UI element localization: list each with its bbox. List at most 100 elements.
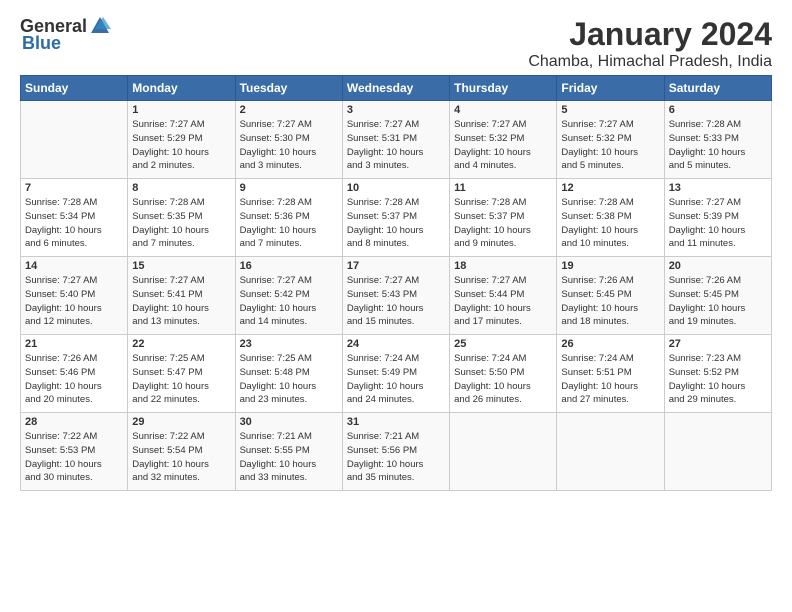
day-info: Sunrise: 7:27 AMSunset: 5:31 PMDaylight:… bbox=[347, 118, 445, 173]
calendar-cell: 27Sunrise: 7:23 AMSunset: 5:52 PMDayligh… bbox=[664, 335, 771, 413]
day-info: Sunrise: 7:28 AMSunset: 5:33 PMDaylight:… bbox=[669, 118, 767, 173]
day-number: 11 bbox=[454, 182, 552, 194]
day-info: Sunrise: 7:27 AMSunset: 5:39 PMDaylight:… bbox=[669, 196, 767, 251]
calendar-cell bbox=[450, 413, 557, 491]
calendar-cell: 3 Sunrise: 7:27 AMSunset: 5:31 PMDaylight… bbox=[342, 101, 449, 179]
day-number: 16 bbox=[240, 260, 338, 272]
day-info: Sunrise: 7:27 AMSunset: 5:43 PMDaylight:… bbox=[347, 274, 445, 329]
calendar-cell: 18 Sunrise: 7:27 AMSunset: 5:44 PMDayligh… bbox=[450, 257, 557, 335]
header: General Blue January 2024 Chamba, Himach… bbox=[20, 16, 772, 71]
day-number: 31 bbox=[347, 416, 445, 428]
calendar-cell: 21Sunrise: 7:26 AMSunset: 5:46 PMDayligh… bbox=[21, 335, 128, 413]
calendar-cell: 30 Sunrise: 7:21 AMSunset: 5:55 PMDayligh… bbox=[235, 413, 342, 491]
day-number: 24 bbox=[347, 338, 445, 350]
day-info: Sunrise: 7:27 AMSunset: 5:44 PMDaylight:… bbox=[454, 274, 552, 329]
day-info: Sunrise: 7:24 AMSunset: 5:50 PMDaylight:… bbox=[454, 352, 552, 407]
day-info: Sunrise: 7:28 AMSunset: 5:37 PMDaylight:… bbox=[347, 196, 445, 251]
calendar-table: SundayMondayTuesdayWednesdayThursdayFrid… bbox=[20, 75, 772, 491]
week-row-4: 21Sunrise: 7:26 AMSunset: 5:46 PMDayligh… bbox=[21, 335, 772, 413]
calendar-cell: 22 Sunrise: 7:25 AMSunset: 5:47 PMDayligh… bbox=[128, 335, 235, 413]
calendar-cell: 1Sunrise: 7:27 AMSunset: 5:29 PMDaylight… bbox=[128, 101, 235, 179]
day-number: 21 bbox=[25, 338, 123, 350]
day-info: Sunrise: 7:28 AMSunset: 5:35 PMDaylight:… bbox=[132, 196, 230, 251]
day-number: 15 bbox=[132, 260, 230, 272]
calendar-cell: 26Sunrise: 7:24 AMSunset: 5:51 PMDayligh… bbox=[557, 335, 664, 413]
calendar-cell bbox=[21, 101, 128, 179]
header-row: SundayMondayTuesdayWednesdayThursdayFrid… bbox=[21, 76, 772, 101]
calendar-cell: 16 Sunrise: 7:27 AMSunset: 5:42 PMDayligh… bbox=[235, 257, 342, 335]
calendar-cell: 14 Sunrise: 7:27 AMSunset: 5:40 PMDayligh… bbox=[21, 257, 128, 335]
logo-blue: Blue bbox=[22, 33, 61, 54]
day-number: 28 bbox=[25, 416, 123, 428]
day-info: Sunrise: 7:25 AMSunset: 5:47 PMDaylight:… bbox=[132, 352, 230, 407]
day-number: 23 bbox=[240, 338, 338, 350]
day-number: 19 bbox=[561, 260, 659, 272]
calendar-cell: 29Sunrise: 7:22 AMSunset: 5:54 PMDayligh… bbox=[128, 413, 235, 491]
logo-icon bbox=[89, 15, 111, 37]
day-number: 17 bbox=[347, 260, 445, 272]
day-info: Sunrise: 7:22 AMSunset: 5:54 PMDaylight:… bbox=[132, 430, 230, 485]
day-info: Sunrise: 7:26 AMSunset: 5:45 PMDaylight:… bbox=[669, 274, 767, 329]
day-info: Sunrise: 7:24 AMSunset: 5:49 PMDaylight:… bbox=[347, 352, 445, 407]
header-day-wednesday: Wednesday bbox=[342, 76, 449, 101]
day-info: Sunrise: 7:27 AMSunset: 5:32 PMDaylight:… bbox=[561, 118, 659, 173]
calendar-cell: 4 Sunrise: 7:27 AMSunset: 5:32 PMDaylight… bbox=[450, 101, 557, 179]
day-info: Sunrise: 7:24 AMSunset: 5:51 PMDaylight:… bbox=[561, 352, 659, 407]
day-info: Sunrise: 7:27 AMSunset: 5:40 PMDaylight:… bbox=[25, 274, 123, 329]
header-day-friday: Friday bbox=[557, 76, 664, 101]
day-info: Sunrise: 7:27 AMSunset: 5:42 PMDaylight:… bbox=[240, 274, 338, 329]
day-number: 2 bbox=[240, 104, 338, 116]
calendar-cell: 24 Sunrise: 7:24 AMSunset: 5:49 PMDayligh… bbox=[342, 335, 449, 413]
day-number: 8 bbox=[132, 182, 230, 194]
calendar-cell: 25Sunrise: 7:24 AMSunset: 5:50 PMDayligh… bbox=[450, 335, 557, 413]
day-info: Sunrise: 7:28 AMSunset: 5:36 PMDaylight:… bbox=[240, 196, 338, 251]
day-number: 13 bbox=[669, 182, 767, 194]
logo: General Blue bbox=[20, 16, 111, 54]
day-info: Sunrise: 7:21 AMSunset: 5:56 PMDaylight:… bbox=[347, 430, 445, 485]
day-info: Sunrise: 7:22 AMSunset: 5:53 PMDaylight:… bbox=[25, 430, 123, 485]
calendar-cell: 23 Sunrise: 7:25 AMSunset: 5:48 PMDayligh… bbox=[235, 335, 342, 413]
header-day-monday: Monday bbox=[128, 76, 235, 101]
day-number: 1 bbox=[132, 104, 230, 116]
calendar-cell: 20Sunrise: 7:26 AMSunset: 5:45 PMDayligh… bbox=[664, 257, 771, 335]
header-day-sunday: Sunday bbox=[21, 76, 128, 101]
day-info: Sunrise: 7:28 AMSunset: 5:38 PMDaylight:… bbox=[561, 196, 659, 251]
title-block: January 2024 Chamba, Himachal Pradesh, I… bbox=[528, 16, 772, 71]
week-row-2: 7Sunrise: 7:28 AMSunset: 5:34 PMDaylight… bbox=[21, 179, 772, 257]
day-info: Sunrise: 7:27 AMSunset: 5:41 PMDaylight:… bbox=[132, 274, 230, 329]
day-info: Sunrise: 7:28 AMSunset: 5:37 PMDaylight:… bbox=[454, 196, 552, 251]
calendar-cell: 31 Sunrise: 7:21 AMSunset: 5:56 PMDayligh… bbox=[342, 413, 449, 491]
calendar-cell: 7Sunrise: 7:28 AMSunset: 5:34 PMDaylight… bbox=[21, 179, 128, 257]
calendar-cell: 15 Sunrise: 7:27 AMSunset: 5:41 PMDayligh… bbox=[128, 257, 235, 335]
day-info: Sunrise: 7:25 AMSunset: 5:48 PMDaylight:… bbox=[240, 352, 338, 407]
day-number: 3 bbox=[347, 104, 445, 116]
calendar-cell: 19Sunrise: 7:26 AMSunset: 5:45 PMDayligh… bbox=[557, 257, 664, 335]
day-number: 7 bbox=[25, 182, 123, 194]
day-info: Sunrise: 7:27 AMSunset: 5:30 PMDaylight:… bbox=[240, 118, 338, 173]
day-number: 5 bbox=[561, 104, 659, 116]
page: General Blue January 2024 Chamba, Himach… bbox=[0, 0, 792, 501]
day-info: Sunrise: 7:21 AMSunset: 5:55 PMDaylight:… bbox=[240, 430, 338, 485]
day-info: Sunrise: 7:27 AMSunset: 5:32 PMDaylight:… bbox=[454, 118, 552, 173]
header-day-saturday: Saturday bbox=[664, 76, 771, 101]
day-number: 10 bbox=[347, 182, 445, 194]
day-number: 6 bbox=[669, 104, 767, 116]
day-number: 18 bbox=[454, 260, 552, 272]
day-number: 9 bbox=[240, 182, 338, 194]
calendar-cell: 12Sunrise: 7:28 AMSunset: 5:38 PMDayligh… bbox=[557, 179, 664, 257]
calendar-cell: 13 Sunrise: 7:27 AMSunset: 5:39 PMDayligh… bbox=[664, 179, 771, 257]
day-number: 4 bbox=[454, 104, 552, 116]
day-number: 22 bbox=[132, 338, 230, 350]
title-month-year: January 2024 bbox=[528, 16, 772, 53]
calendar-cell: 8 Sunrise: 7:28 AMSunset: 5:35 PMDaylight… bbox=[128, 179, 235, 257]
calendar-cell bbox=[557, 413, 664, 491]
calendar-cell: 6 Sunrise: 7:28 AMSunset: 5:33 PMDaylight… bbox=[664, 101, 771, 179]
calendar-cell: 10 Sunrise: 7:28 AMSunset: 5:37 PMDayligh… bbox=[342, 179, 449, 257]
day-number: 14 bbox=[25, 260, 123, 272]
calendar-cell bbox=[664, 413, 771, 491]
day-number: 30 bbox=[240, 416, 338, 428]
calendar-cell: 17 Sunrise: 7:27 AMSunset: 5:43 PMDayligh… bbox=[342, 257, 449, 335]
calendar-cell: 11 Sunrise: 7:28 AMSunset: 5:37 PMDayligh… bbox=[450, 179, 557, 257]
day-info: Sunrise: 7:23 AMSunset: 5:52 PMDaylight:… bbox=[669, 352, 767, 407]
title-location: Chamba, Himachal Pradesh, India bbox=[528, 53, 772, 71]
